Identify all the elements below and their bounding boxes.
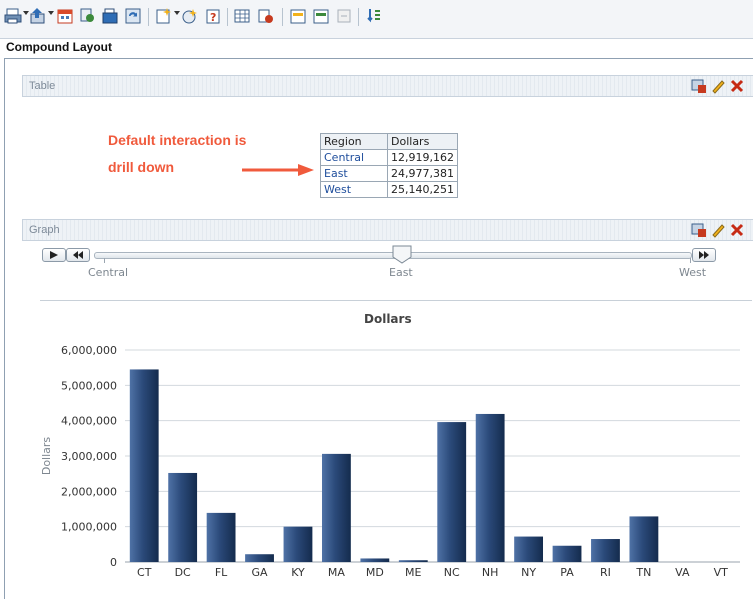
y-tick-label: 5,000,000 (61, 379, 117, 392)
bar-pa (552, 545, 582, 562)
x-tick-label: MD (366, 566, 384, 579)
bar-dc (168, 472, 198, 562)
x-tick-label: DC (175, 566, 191, 579)
bar-fl (206, 512, 236, 562)
x-tick-label: CT (137, 566, 152, 579)
x-tick-label: TN (635, 566, 651, 579)
y-tick-label: 1,000,000 (61, 521, 117, 534)
bar-nh (475, 413, 505, 562)
bar-ri (591, 539, 620, 562)
x-tick-label: MA (328, 566, 345, 579)
bar-ct (129, 369, 159, 562)
bar-ga (245, 554, 274, 562)
x-tick-label: KY (291, 566, 305, 579)
x-tick-label: VA (675, 566, 690, 579)
x-tick-label: VT (714, 566, 729, 579)
y-tick-label: 6,000,000 (61, 344, 117, 357)
y-tick-label: 2,000,000 (61, 485, 117, 498)
x-tick-label: NH (482, 566, 499, 579)
y-axis-label: Dollars (40, 437, 53, 476)
y-tick-label: 3,000,000 (61, 450, 117, 463)
y-tick-label: 0 (110, 556, 117, 569)
bar-ma (321, 453, 351, 562)
y-tick-label: 4,000,000 (61, 415, 117, 428)
x-tick-label: NY (521, 566, 536, 579)
bar-chart: 0 1,000,000 2,000,000 3,000,000 4,000,000 5,0… (40, 344, 740, 579)
bar-me (398, 560, 428, 562)
bar-md (360, 558, 390, 562)
bar-nc (437, 422, 467, 562)
x-tick-label: FL (215, 566, 228, 579)
x-tick-label: PA (560, 566, 574, 579)
x-tick-label: GA (252, 566, 269, 579)
x-tick-label: RI (600, 566, 611, 579)
x-tick-label: NC (444, 566, 460, 579)
bar-tn (629, 516, 659, 562)
x-tick-label: ME (405, 566, 421, 579)
bar-ny (514, 536, 544, 562)
bar-ky (283, 526, 313, 562)
